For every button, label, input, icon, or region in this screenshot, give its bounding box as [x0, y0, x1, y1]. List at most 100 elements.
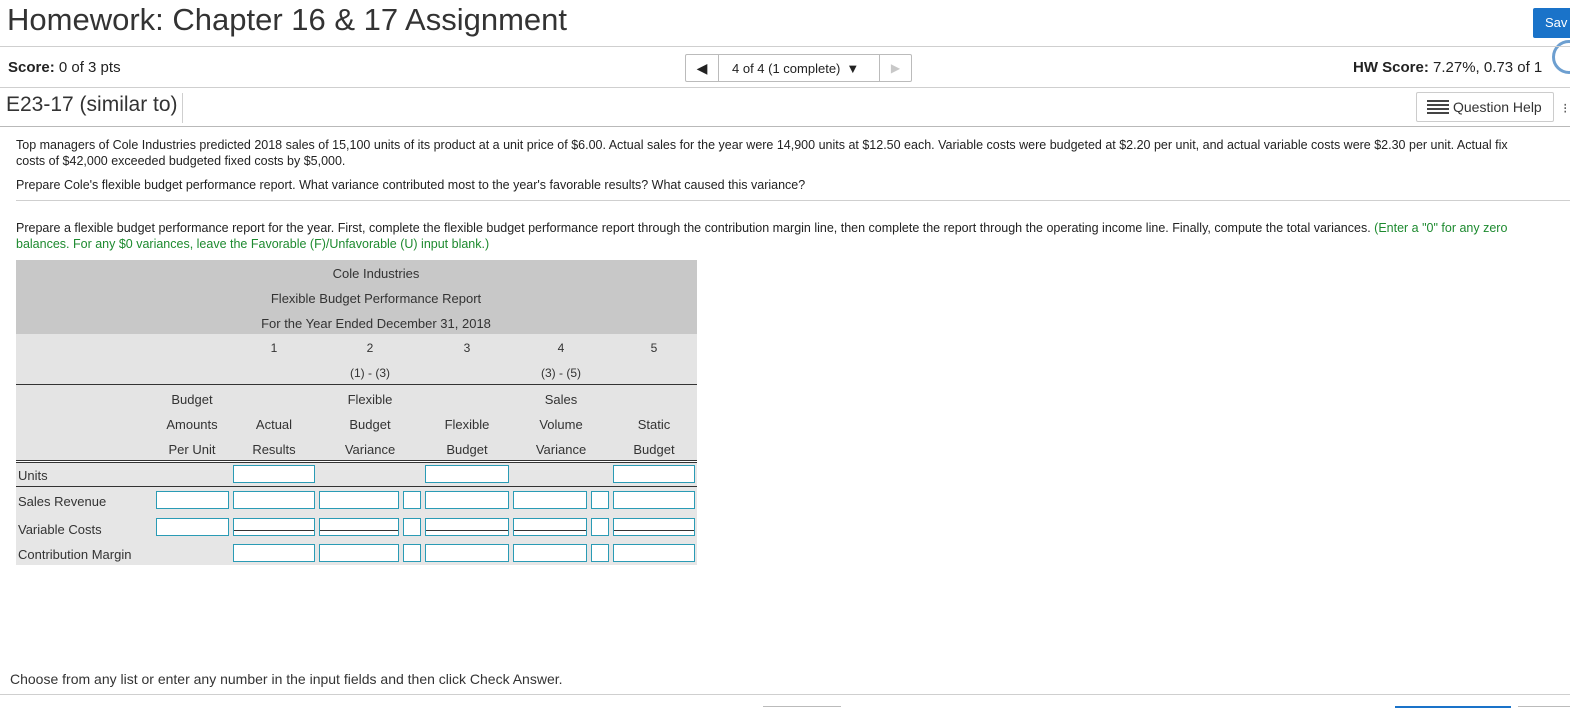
hw-score-value: 7.27%, 0.73 of 1	[1433, 59, 1543, 76]
sales-volume-variance-input[interactable]	[513, 491, 587, 509]
instructions: Prepare a flexible budget performance re…	[16, 220, 1570, 252]
header-budget-per-unit: Budget Amounts Per Unit	[154, 392, 230, 467]
divider	[16, 200, 1570, 201]
header-sales-volume-variance: Sales Volume Variance	[513, 392, 609, 467]
varcost-static-input[interactable]	[613, 518, 695, 536]
page-title: Homework: Chapter 16 & 17 Assignment	[7, 2, 567, 37]
header-line: Results	[252, 442, 296, 457]
sales-per-unit-input[interactable]	[156, 491, 229, 509]
header-line: Volume	[539, 417, 583, 432]
instructions-note: balances. For any $0 variances, leave th…	[16, 237, 490, 251]
row-label-variable-costs: Variable Costs	[18, 522, 102, 537]
header-line: Flexible	[347, 392, 393, 407]
next-question-button[interactable]: ▶	[879, 54, 912, 82]
header-line: Per Unit	[168, 442, 216, 457]
col-formula: (3) - (5)	[541, 366, 581, 380]
col-number: 4	[557, 341, 565, 355]
varcost-flex-variance-fu-select[interactable]	[403, 518, 421, 536]
list-icon	[1427, 100, 1449, 114]
col-number: 3	[463, 341, 471, 355]
sales-actual-input[interactable]	[233, 491, 315, 509]
header-line: Flexible	[444, 417, 490, 432]
triangle-left-icon: ◀	[696, 59, 708, 76]
hw-score-label: HW Score:	[1353, 59, 1429, 76]
question-help-label: Question Help	[1453, 99, 1542, 115]
cm-flexible-input[interactable]	[425, 544, 509, 562]
question-help-button[interactable]: Question Help	[1416, 92, 1554, 122]
question-prompt: Prepare Cole's flexible budget performan…	[16, 178, 806, 192]
score-value: 0 of 3 pts	[58, 59, 121, 76]
header-flexible-budget-variance: Flexible Budget Variance	[320, 392, 420, 467]
header-line: Budget	[349, 417, 391, 432]
units-static-input[interactable]	[613, 465, 695, 483]
score-label: Score:	[8, 59, 55, 76]
report-period: For the Year Ended December 31, 2018	[261, 316, 491, 331]
varcost-per-unit-input[interactable]	[156, 518, 229, 536]
report-name: Flexible Budget Performance Report	[270, 291, 482, 306]
cm-volume-variance-fu-select[interactable]	[591, 544, 609, 562]
question-name: E23-17 (similar to)	[6, 93, 183, 123]
header-line: Amounts	[166, 417, 218, 432]
header-flexible-budget: Flexible Budget	[426, 417, 508, 467]
question-text-line: costs of $42,000 exceeded budgeted fixed…	[16, 154, 346, 168]
row-label-contribution-margin: Contribution Margin	[18, 547, 132, 562]
header-static-budget: Static Budget	[613, 417, 695, 467]
divider	[0, 694, 1570, 695]
sales-static-input[interactable]	[613, 491, 695, 509]
footer-button[interactable]	[1518, 706, 1570, 711]
divider	[16, 486, 697, 487]
header-actual-results: Actual Results	[234, 417, 314, 467]
instructions-note: (Enter a "0" for any zero	[1370, 221, 1508, 235]
header-line: Budget	[633, 442, 675, 457]
check-answer-button[interactable]	[1395, 706, 1511, 712]
varcost-flex-variance-input[interactable]	[319, 518, 399, 536]
header-line: Budget	[446, 442, 488, 457]
divider	[0, 126, 1570, 127]
header-line: Variance	[344, 442, 396, 457]
performance-report-table: Cole Industries Flexible Budget Performa…	[16, 260, 697, 565]
units-flexible-input[interactable]	[425, 465, 509, 483]
question-text: Top managers of Cole Industries predicte…	[16, 137, 1570, 169]
triangle-right-icon: ▶	[890, 61, 901, 75]
divider	[0, 87, 1570, 88]
header-line: Variance	[535, 442, 587, 457]
question-selector[interactable]: 4 of 4 (1 complete) ▼	[718, 54, 880, 82]
col-number: 2	[366, 341, 374, 355]
header-line: Actual	[255, 417, 293, 432]
cm-flex-variance-fu-select[interactable]	[403, 544, 421, 562]
col-number: 5	[650, 341, 658, 355]
header-line: Static	[637, 417, 671, 432]
varcost-volume-variance-input[interactable]	[513, 518, 587, 536]
score-display: Score: 0 of 3 pts	[8, 59, 121, 76]
row-label-sales-revenue: Sales Revenue	[18, 494, 107, 509]
footer-instruction: Choose from any list or enter any number…	[10, 671, 563, 687]
sales-flex-variance-fu-select[interactable]	[403, 491, 421, 509]
varcost-flexible-input[interactable]	[425, 518, 509, 536]
sales-flexible-input[interactable]	[425, 491, 509, 509]
header-line: Budget	[171, 392, 213, 407]
sales-volume-variance-fu-select[interactable]	[591, 491, 609, 509]
units-actual-input[interactable]	[233, 465, 315, 483]
question-selector-label: 4 of 4 (1 complete)	[732, 60, 841, 76]
cm-flex-variance-input[interactable]	[319, 544, 399, 562]
question-text-line: Top managers of Cole Industries predicte…	[16, 138, 1508, 152]
col-number: 1	[270, 341, 278, 355]
varcost-volume-variance-fu-select[interactable]	[591, 518, 609, 536]
report-company: Cole Industries	[332, 266, 420, 281]
cm-static-input[interactable]	[613, 544, 695, 562]
footer-button[interactable]	[763, 706, 841, 711]
save-button[interactable]: Sav	[1533, 8, 1570, 38]
col-formula: (1) - (3)	[350, 366, 390, 380]
header-line: Sales	[544, 392, 578, 407]
hw-score-display: HW Score: 7.27%, 0.73 of 1	[1353, 59, 1542, 76]
previous-question-button[interactable]: ◀	[685, 54, 719, 82]
varcost-actual-input[interactable]	[233, 518, 315, 536]
cm-actual-input[interactable]	[233, 544, 315, 562]
instructions-text: Prepare a flexible budget performance re…	[16, 221, 1371, 235]
row-label-units: Units	[18, 468, 48, 483]
divider	[0, 46, 1570, 47]
more-options-icon[interactable]: ⁝	[1563, 100, 1567, 117]
sales-flex-variance-input[interactable]	[319, 491, 399, 509]
cm-volume-variance-input[interactable]	[513, 544, 587, 562]
caret-down-icon: ▼	[846, 60, 860, 76]
